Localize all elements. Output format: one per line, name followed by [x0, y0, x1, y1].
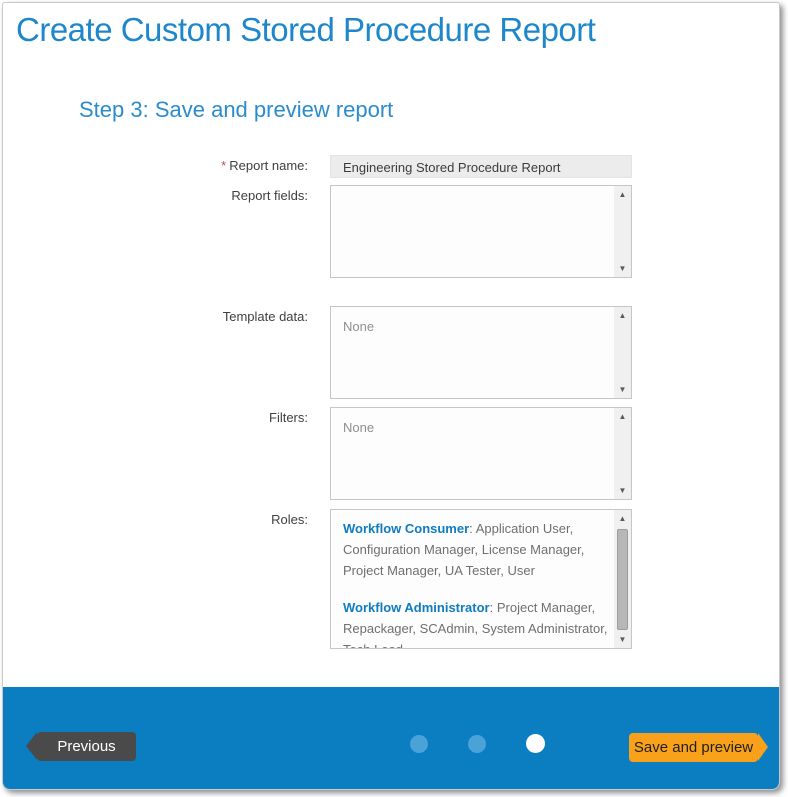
filters-label: Filters:	[3, 407, 308, 426]
roles-listbox[interactable]: Workflow Consumer: Application User, Con…	[330, 509, 632, 649]
wizard-dialog: Create Custom Stored Procedure Report St…	[2, 2, 780, 790]
roles-row: Roles: Workflow Consumer: Application Us…	[3, 509, 779, 649]
progress-dots	[410, 734, 545, 753]
report-name-input[interactable]: Engineering Stored Procedure Report	[330, 155, 632, 178]
report-fields-label: Report fields:	[3, 185, 308, 204]
scroll-down-icon[interactable]: ▼	[614, 482, 631, 499]
report-fields-value	[331, 186, 631, 197]
progress-dot-2	[468, 735, 486, 753]
progress-dot-3-active	[526, 734, 545, 753]
step-heading: Step 3: Save and preview report	[79, 97, 779, 123]
scrollbar-thumb[interactable]	[617, 529, 628, 630]
template-data-listbox[interactable]: None ▲ ▼	[330, 306, 632, 399]
scroll-down-icon[interactable]: ▼	[614, 631, 631, 648]
filters-value: None	[331, 408, 631, 437]
scroll-down-icon[interactable]: ▼	[614, 260, 631, 277]
report-form: *Report name: Engineering Stored Procedu…	[3, 155, 779, 649]
role-entry: Workflow Consumer: Application User, Con…	[343, 518, 609, 581]
template-data-value: None	[331, 307, 631, 336]
report-name-label: *Report name:	[3, 155, 308, 174]
roles-scrollbar[interactable]: ▲ ▼	[614, 510, 631, 648]
roles-content: Workflow Consumer: Application User, Con…	[331, 510, 631, 649]
scroll-down-icon[interactable]: ▼	[614, 381, 631, 398]
scroll-up-icon[interactable]: ▲	[614, 510, 631, 527]
wizard-footer: Previous Save and preview	[3, 687, 779, 789]
roles-label: Roles:	[3, 509, 308, 528]
previous-button[interactable]: Previous	[37, 732, 136, 761]
role-separator: :	[490, 600, 497, 615]
report-fields-listbox[interactable]: ▲ ▼	[330, 185, 632, 278]
scroll-up-icon[interactable]: ▲	[614, 408, 631, 425]
filters-listbox[interactable]: None ▲ ▼	[330, 407, 632, 500]
scroll-up-icon[interactable]: ▲	[614, 186, 631, 203]
wizard-content: Create Custom Stored Procedure Report St…	[3, 11, 779, 695]
role-entry: Workflow Administrator: Project Manager,…	[343, 597, 609, 649]
page-title: Create Custom Stored Procedure Report	[16, 11, 779, 49]
template-data-row: Template data: None ▲ ▼	[3, 306, 779, 399]
template-data-label: Template data:	[3, 306, 308, 325]
required-marker: *	[221, 158, 226, 173]
template-data-scrollbar[interactable]: ▲ ▼	[614, 307, 631, 398]
progress-dot-1	[410, 735, 428, 753]
scroll-up-icon[interactable]: ▲	[614, 307, 631, 324]
report-fields-scrollbar[interactable]: ▲ ▼	[614, 186, 631, 277]
filters-row: Filters: None ▲ ▼	[3, 407, 779, 500]
filters-scrollbar[interactable]: ▲ ▼	[614, 408, 631, 499]
report-fields-row: Report fields: ▲ ▼	[3, 185, 779, 278]
save-and-preview-button[interactable]: Save and preview	[629, 733, 758, 762]
role-name[interactable]: Workflow Administrator	[343, 600, 490, 615]
report-name-row: *Report name: Engineering Stored Procedu…	[3, 155, 779, 178]
role-name[interactable]: Workflow Consumer	[343, 521, 469, 536]
